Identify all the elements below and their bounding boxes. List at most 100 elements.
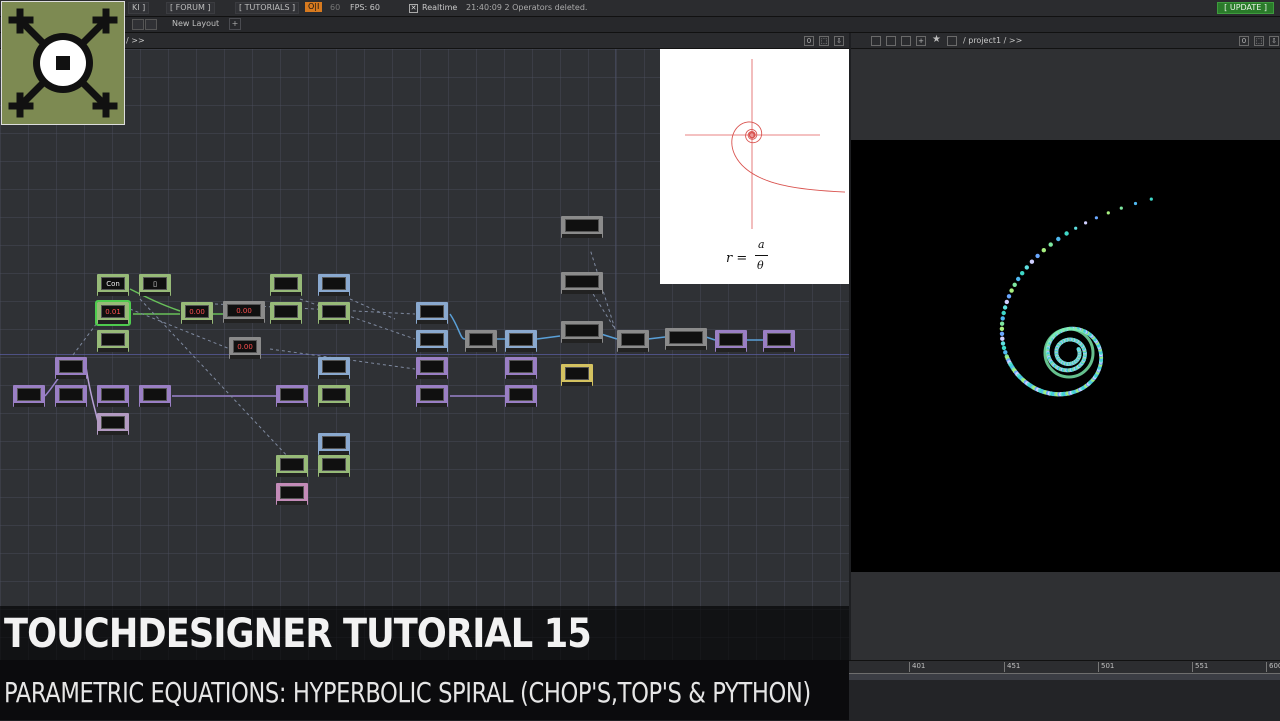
circle-top[interactable] bbox=[416, 302, 448, 324]
particle-dot bbox=[1041, 248, 1046, 253]
network-fit-icon[interactable]: ⬚ bbox=[819, 36, 829, 46]
chop-f[interactable] bbox=[505, 357, 537, 379]
noise-chop-a[interactable] bbox=[13, 385, 45, 407]
particle-dot bbox=[999, 326, 1005, 331]
wire bbox=[536, 335, 561, 340]
render-viewer[interactable] bbox=[851, 140, 1280, 572]
chop-g[interactable] bbox=[505, 385, 537, 407]
plus-icon[interactable]: + bbox=[916, 36, 926, 46]
chop-d[interactable] bbox=[416, 357, 448, 379]
tick-label: 401 bbox=[908, 662, 926, 672]
glsl-top[interactable] bbox=[665, 328, 707, 350]
chop-comp-a[interactable] bbox=[270, 274, 302, 296]
chopto-top[interactable] bbox=[416, 330, 448, 352]
wire bbox=[647, 336, 666, 340]
chop-comp-b[interactable] bbox=[270, 302, 302, 324]
transform-top[interactable] bbox=[465, 330, 497, 352]
realtime-label: Realtime bbox=[422, 3, 458, 12]
chop-top-c[interactable] bbox=[318, 433, 350, 455]
wire bbox=[705, 336, 716, 341]
particle-dot bbox=[1119, 206, 1123, 210]
chop-e[interactable] bbox=[416, 385, 448, 407]
parametric-comp-selected[interactable]: 0.01 bbox=[95, 300, 131, 326]
fps-target[interactable]: 60 bbox=[330, 3, 340, 13]
formula-r: r = bbox=[726, 251, 748, 266]
timeline[interactable]: 401 451 501 551 600 bbox=[849, 660, 1280, 721]
chop-comp-e[interactable] bbox=[276, 455, 308, 477]
particle-dot bbox=[1076, 347, 1081, 351]
particle-dot bbox=[1000, 341, 1006, 346]
timeline-track[interactable] bbox=[849, 674, 1280, 680]
script-dat[interactable] bbox=[97, 413, 129, 435]
constant-mat[interactable] bbox=[561, 364, 593, 386]
add-layout-icon[interactable]: + bbox=[229, 18, 241, 30]
param1-comp[interactable]: ▯ bbox=[139, 274, 171, 296]
particle-dot bbox=[1003, 350, 1008, 355]
forward-icon[interactable] bbox=[901, 36, 911, 46]
viewer-home-icon[interactable]: 0 bbox=[1239, 36, 1249, 46]
network-icon[interactable] bbox=[947, 36, 957, 46]
perform-mode-button[interactable]: O|I bbox=[305, 2, 323, 12]
viewer-down-icon[interactable]: ⇩ bbox=[1269, 36, 1279, 46]
back-icon[interactable] bbox=[886, 36, 896, 46]
network-path[interactable]: / >> bbox=[126, 36, 145, 45]
math-comp[interactable]: 0.00 bbox=[181, 302, 213, 324]
wire bbox=[600, 333, 618, 340]
stop-icon[interactable] bbox=[871, 36, 881, 46]
particle-dot bbox=[1084, 221, 1088, 225]
layout-grid-icon[interactable] bbox=[132, 19, 144, 30]
chop-top-a[interactable] bbox=[318, 274, 350, 296]
spiral-reference-figure bbox=[660, 49, 849, 284]
param-viewer[interactable]: 0.00 bbox=[223, 301, 265, 323]
out-top[interactable] bbox=[763, 330, 795, 352]
sop-node[interactable] bbox=[276, 483, 308, 505]
parent1-node[interactable]: 0.00 bbox=[229, 337, 261, 359]
particle-dot bbox=[1024, 265, 1029, 270]
chop-comp-c[interactable] bbox=[318, 302, 350, 324]
particle-dot bbox=[1029, 259, 1035, 264]
star-icon[interactable]: ★ bbox=[932, 35, 941, 45]
network-home-icon[interactable]: 0 bbox=[804, 36, 814, 46]
tick-label: 451 bbox=[1003, 662, 1021, 672]
geo-comp[interactable] bbox=[561, 321, 603, 343]
video-subtitle: PARAMETRIC EQUATIONS: HYPERBOLIC SPIRAL … bbox=[4, 676, 811, 709]
cam-comp[interactable] bbox=[561, 272, 603, 294]
function-chop[interactable] bbox=[139, 385, 171, 407]
top-f[interactable] bbox=[505, 330, 537, 352]
chart-comp[interactable] bbox=[97, 330, 129, 352]
light-comp[interactable] bbox=[561, 216, 603, 238]
wire-dashed bbox=[349, 298, 396, 320]
particle-dot bbox=[1056, 236, 1061, 242]
math-chop[interactable] bbox=[97, 385, 129, 407]
chop-comp-f[interactable] bbox=[318, 455, 350, 477]
layout-grid-icon-2[interactable] bbox=[145, 19, 157, 30]
realtime-checkbox[interactable]: ✕ bbox=[409, 4, 418, 13]
update-button[interactable]: [ UPDATE ] bbox=[1217, 2, 1274, 14]
particle-dot bbox=[999, 321, 1005, 326]
tutorials-link[interactable]: [ TUTORIALS ] bbox=[235, 2, 300, 14]
constant1-comp[interactable]: Con bbox=[97, 274, 129, 296]
particle-dot bbox=[1048, 242, 1053, 247]
level-top[interactable] bbox=[715, 330, 747, 352]
chop-top-b[interactable] bbox=[318, 357, 350, 379]
particle-dot bbox=[1149, 197, 1153, 201]
formula-numerator: a bbox=[758, 238, 765, 251]
network-down-icon[interactable]: ⇩ bbox=[834, 36, 844, 46]
chop-comp-d[interactable] bbox=[318, 385, 350, 407]
timeline-ruler[interactable]: 401 451 501 551 600 bbox=[849, 661, 1280, 674]
video-title: TOUCHDESIGNER TUTORIAL 15 bbox=[4, 611, 592, 657]
render-top[interactable] bbox=[617, 330, 649, 352]
particle-dot bbox=[1006, 294, 1012, 299]
viewer-fit-icon[interactable]: ⬚ bbox=[1254, 36, 1264, 46]
viewer-path[interactable]: / project1 / >> bbox=[963, 36, 1022, 45]
tab-new-layout[interactable]: New Layout bbox=[172, 19, 219, 28]
chop-c[interactable] bbox=[276, 385, 308, 407]
particle-dot bbox=[999, 331, 1005, 336]
wire-dashed bbox=[139, 298, 291, 460]
constant-chop[interactable] bbox=[55, 357, 87, 379]
particle-dot bbox=[1000, 336, 1005, 341]
noise-chop-b[interactable] bbox=[55, 385, 87, 407]
particle-spiral bbox=[999, 197, 1153, 397]
wiki-link[interactable]: KI ] bbox=[128, 2, 150, 14]
forum-link[interactable]: [ FORUM ] bbox=[166, 2, 215, 14]
